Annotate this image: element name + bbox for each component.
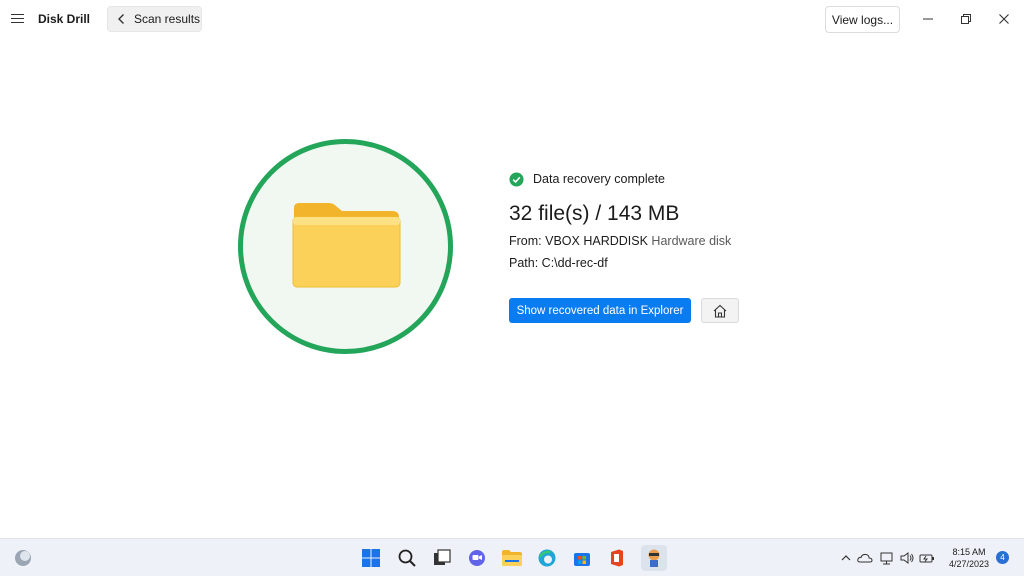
edge-icon[interactable]	[536, 547, 558, 569]
status-row: Data recovery complete	[509, 170, 829, 188]
start-icon[interactable]	[360, 547, 382, 569]
disk-drill-taskbar-icon[interactable]	[641, 545, 667, 571]
view-logs-button[interactable]: View logs...	[825, 6, 900, 33]
status-text: Data recovery complete	[533, 172, 666, 186]
battery-icon[interactable]	[919, 550, 935, 566]
from-label: From:	[509, 234, 542, 248]
restore-icon[interactable]	[957, 10, 975, 28]
minimize-icon[interactable]	[919, 10, 937, 28]
back-button-label: Scan results	[134, 12, 201, 26]
path-row: Path: C:\dd-rec-df	[509, 256, 829, 270]
widgets-icon[interactable]	[12, 547, 34, 569]
app-title: Disk Drill	[38, 12, 91, 26]
scan-results-back-button[interactable]: Scan results	[107, 6, 202, 32]
path-label: Path:	[509, 256, 539, 270]
recovery-info: Data recovery complete 32 file(s) / 143 …	[509, 170, 829, 270]
home-button[interactable]	[701, 298, 739, 323]
source-row: From: VBOX HARDDISK Hardware disk	[509, 234, 829, 248]
task-view-icon[interactable]	[431, 547, 453, 569]
title-bar: Disk Drill Scan results View logs...	[0, 0, 1024, 40]
office-icon[interactable]	[606, 547, 628, 569]
app-window: Disk Drill Scan results View logs... Dat…	[0, 0, 1024, 538]
volume-icon[interactable]	[899, 550, 915, 566]
notification-badge[interactable]: 4	[996, 551, 1009, 564]
check-circle-icon	[509, 171, 524, 187]
taskbar: 8:15 AM 4/27/2023 4	[0, 538, 1024, 576]
path-value: C:\dd-rec-df	[541, 256, 608, 270]
clock[interactable]: 8:15 AM 4/27/2023	[944, 546, 994, 570]
search-icon[interactable]	[396, 547, 418, 569]
action-buttons: Show recovered data in Explorer	[509, 298, 739, 323]
show-in-explorer-button[interactable]: Show recovered data in Explorer	[509, 298, 691, 323]
onedrive-icon[interactable]	[857, 550, 873, 566]
menu-icon[interactable]	[9, 11, 27, 27]
chat-icon[interactable]	[466, 547, 488, 569]
clock-date: 4/27/2023	[948, 559, 990, 569]
home-icon	[713, 304, 727, 318]
chevron-left-icon	[118, 14, 124, 24]
clock-time: 8:15 AM	[952, 547, 986, 557]
close-icon[interactable]	[995, 10, 1013, 28]
chevron-up-icon[interactable]	[838, 550, 854, 566]
folder-icon	[292, 203, 401, 288]
source-type: Hardware disk	[651, 234, 732, 248]
store-icon[interactable]	[571, 547, 593, 569]
recovery-summary: 32 file(s) / 143 MB	[509, 202, 680, 225]
source-device: VBOX HARDDISK	[545, 234, 648, 248]
network-icon[interactable]	[879, 550, 895, 566]
file-explorer-icon[interactable]	[501, 547, 523, 569]
